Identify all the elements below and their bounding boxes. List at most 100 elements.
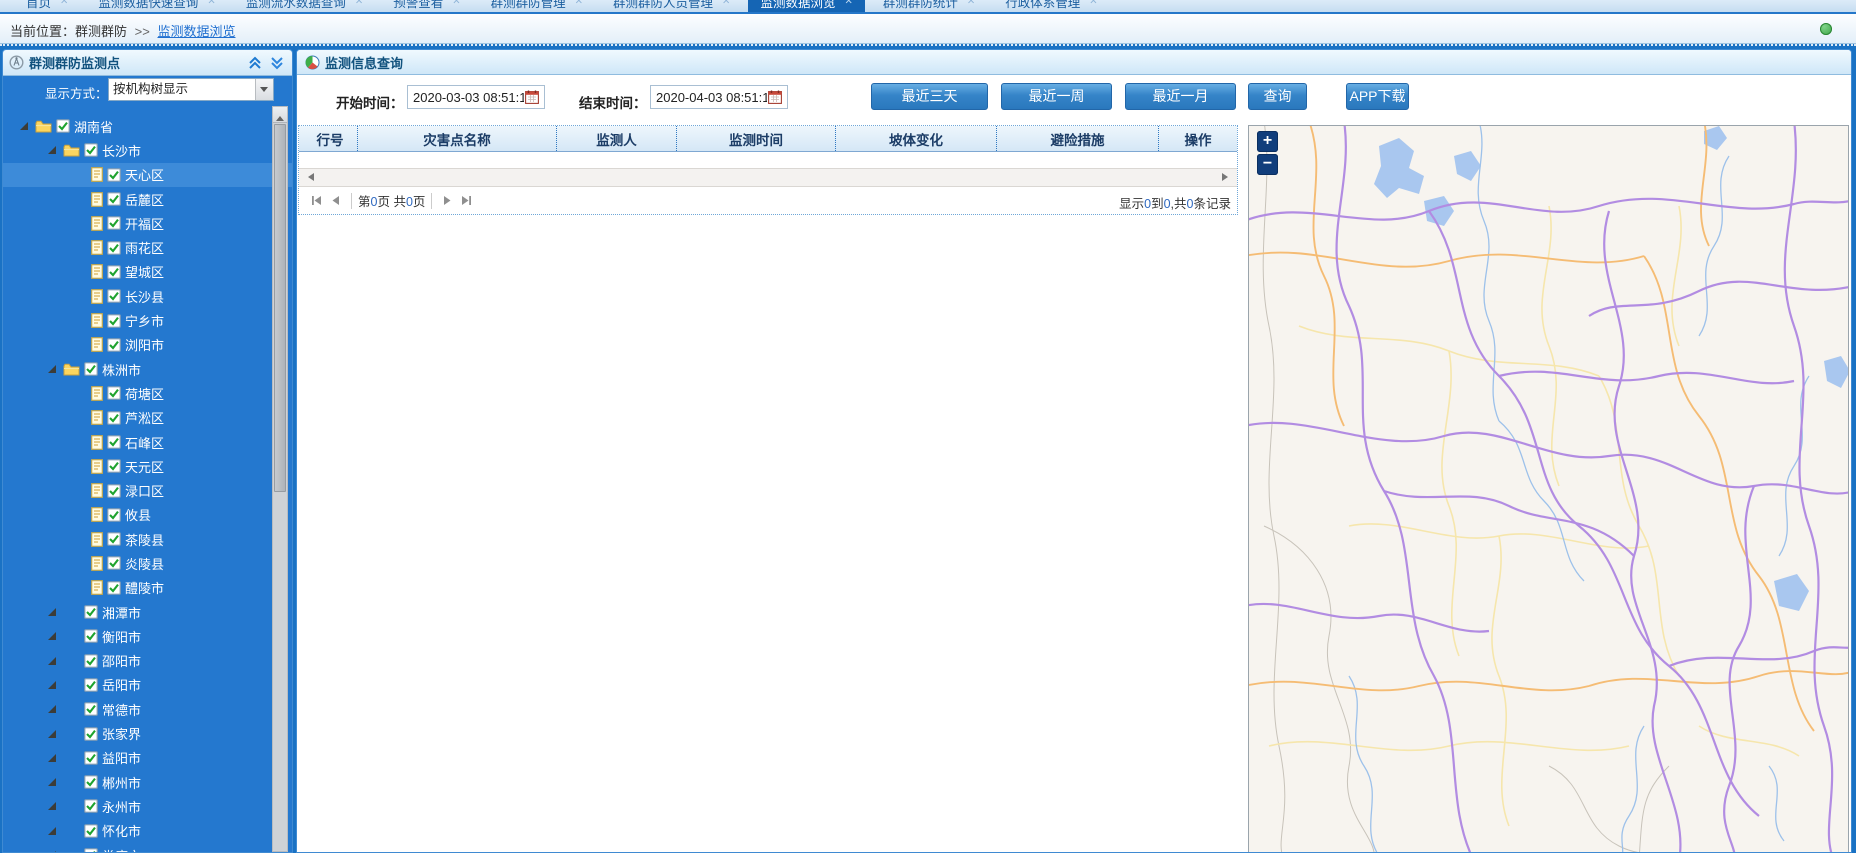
tree-node[interactable]: 长沙市: [3, 138, 292, 162]
nav-tab[interactable]: 监测数据快速查询 ✕: [86, 0, 227, 12]
tree-checkbox[interactable]: [84, 726, 98, 741]
tree-node[interactable]: 茶陵县: [3, 527, 292, 551]
last-page-icon[interactable]: [460, 194, 473, 207]
tree-checkbox[interactable]: [84, 848, 98, 852]
tree-node[interactable]: 开福区: [3, 211, 292, 235]
tree-expander-icon[interactable]: [47, 777, 57, 787]
display-mode-select[interactable]: 按机构树显示: [108, 78, 274, 101]
green-dot-icon[interactable]: [1820, 23, 1832, 35]
app-download-button[interactable]: APP下载: [1346, 83, 1409, 110]
tree-expander-icon[interactable]: [19, 121, 29, 131]
next-page-icon[interactable]: [441, 194, 454, 207]
calendar-icon[interactable]: [525, 90, 539, 104]
tab-close-icon[interactable]: ✕: [60, 0, 68, 7]
tree-node[interactable]: 益阳市: [3, 746, 292, 770]
tree-node[interactable]: 岳阳市: [3, 673, 292, 697]
tree-node[interactable]: 渌口区: [3, 478, 292, 502]
tree-checkbox[interactable]: [84, 775, 98, 789]
tree-node[interactable]: 永州市: [3, 794, 292, 818]
tree-checkbox[interactable]: [84, 362, 98, 376]
tree-checkbox[interactable]: [107, 216, 121, 231]
double-chevron-down-icon[interactable]: [270, 56, 286, 70]
tree-node[interactable]: 天心区: [3, 162, 292, 187]
grid-column-header[interactable]: 坡体变化: [836, 126, 997, 151]
tab-close-icon[interactable]: ✕: [722, 0, 730, 7]
tree-checkbox[interactable]: [107, 192, 121, 206]
scroll-right-icon[interactable]: [1222, 173, 1232, 181]
tree-node[interactable]: 长沙县: [3, 284, 292, 308]
tree-checkbox[interactable]: [107, 313, 121, 328]
tab-close-icon[interactable]: ✕: [207, 0, 215, 7]
tree-node[interactable]: 湘潭市: [3, 600, 292, 624]
tree-checkbox[interactable]: [107, 483, 121, 498]
tree-expander-icon[interactable]: [47, 704, 57, 714]
tree-expander-icon[interactable]: [47, 680, 57, 690]
tree-checkbox[interactable]: [56, 119, 70, 133]
tree-checkbox[interactable]: [107, 289, 121, 304]
tab-close-icon[interactable]: ✕: [967, 0, 975, 7]
tree-checkbox[interactable]: [107, 410, 121, 425]
tree-checkbox[interactable]: [84, 678, 98, 692]
tree-node[interactable]: 怀化市: [3, 819, 292, 843]
calendar-icon[interactable]: [768, 90, 782, 104]
query-button[interactable]: 查询: [1248, 83, 1307, 110]
sidebar-scrollbar[interactable]: [272, 106, 288, 852]
tree-node[interactable]: 石峰区: [3, 430, 292, 454]
tree-checkbox[interactable]: [107, 167, 121, 182]
first-page-icon[interactable]: [310, 194, 323, 207]
tree-checkbox[interactable]: [107, 556, 121, 571]
tree-expander-icon[interactable]: [47, 364, 57, 374]
tree-node[interactable]: 芦淞区: [3, 406, 292, 430]
tree-checkbox[interactable]: [84, 605, 98, 619]
last-3-days-button[interactable]: 最近三天: [871, 83, 988, 110]
nav-tab[interactable]: 预警查看 ✕: [381, 0, 472, 12]
tree-node[interactable]: 常德市: [3, 697, 292, 721]
tree-checkbox[interactable]: [84, 823, 98, 838]
tab-close-icon[interactable]: ✕: [575, 0, 583, 7]
tree-node[interactable]: 雨花区: [3, 235, 292, 259]
tree-node[interactable]: 邵阳市: [3, 649, 292, 673]
nav-tab[interactable]: 群测群防管理 ✕: [479, 0, 595, 12]
tree-checkbox[interactable]: [107, 265, 121, 279]
nav-tab[interactable]: 监测数据浏览 ✕: [748, 0, 865, 12]
tree-expander-icon[interactable]: [47, 145, 57, 155]
tree-checkbox[interactable]: [107, 459, 121, 474]
tree-node[interactable]: 炎陵县: [3, 551, 292, 575]
grid-column-header[interactable]: 避险措施: [997, 126, 1159, 151]
double-chevron-up-icon[interactable]: [248, 56, 264, 70]
grid-column-header[interactable]: 监测人: [557, 126, 677, 151]
tree-node[interactable]: 醴陵市: [3, 576, 292, 600]
nav-tab[interactable]: 行政体系管理 ✕: [993, 0, 1109, 12]
grid-column-header[interactable]: 监测时间: [677, 126, 836, 151]
tree-expander-icon[interactable]: [47, 801, 57, 811]
nav-tab[interactable]: 群测群防统计 ✕: [871, 0, 987, 12]
tree-checkbox[interactable]: [84, 629, 98, 644]
tree-node[interactable]: 攸县: [3, 503, 292, 527]
tree-checkbox[interactable]: [84, 751, 98, 765]
tree-node[interactable]: 湖南省: [3, 114, 292, 138]
tree-node[interactable]: 郴州市: [3, 770, 292, 794]
nav-tab[interactable]: 群测群防人员管理 ✕: [601, 0, 742, 12]
select-dropdown-icon[interactable]: [255, 79, 273, 100]
tree-checkbox[interactable]: [107, 508, 121, 522]
tree-expander-icon[interactable]: [47, 656, 57, 666]
grid-column-header[interactable]: 灾害点名称: [358, 126, 557, 151]
tree-checkbox[interactable]: [84, 799, 98, 814]
scroll-up-icon[interactable]: [273, 107, 287, 123]
prev-page-icon[interactable]: [329, 194, 342, 207]
tree-checkbox[interactable]: [84, 143, 98, 158]
tree-node[interactable]: 天元区: [3, 454, 292, 478]
tree-expander-icon[interactable]: [47, 850, 57, 852]
grid-column-header[interactable]: 操作: [1159, 126, 1237, 151]
tree-expander-icon[interactable]: [47, 631, 57, 641]
tree-checkbox[interactable]: [107, 338, 121, 352]
tree-checkbox[interactable]: [107, 532, 121, 546]
nav-tab[interactable]: 监测流水数据查询 ✕: [234, 0, 375, 12]
tree-expander-icon[interactable]: [47, 729, 57, 739]
last-month-button[interactable]: 最近一月: [1125, 83, 1236, 110]
tree-checkbox[interactable]: [107, 386, 121, 401]
scroll-left-icon[interactable]: [304, 173, 314, 181]
tree-node[interactable]: 浏阳市: [3, 333, 292, 357]
tab-close-icon[interactable]: ✕: [452, 0, 460, 7]
tree-checkbox[interactable]: [107, 240, 121, 255]
